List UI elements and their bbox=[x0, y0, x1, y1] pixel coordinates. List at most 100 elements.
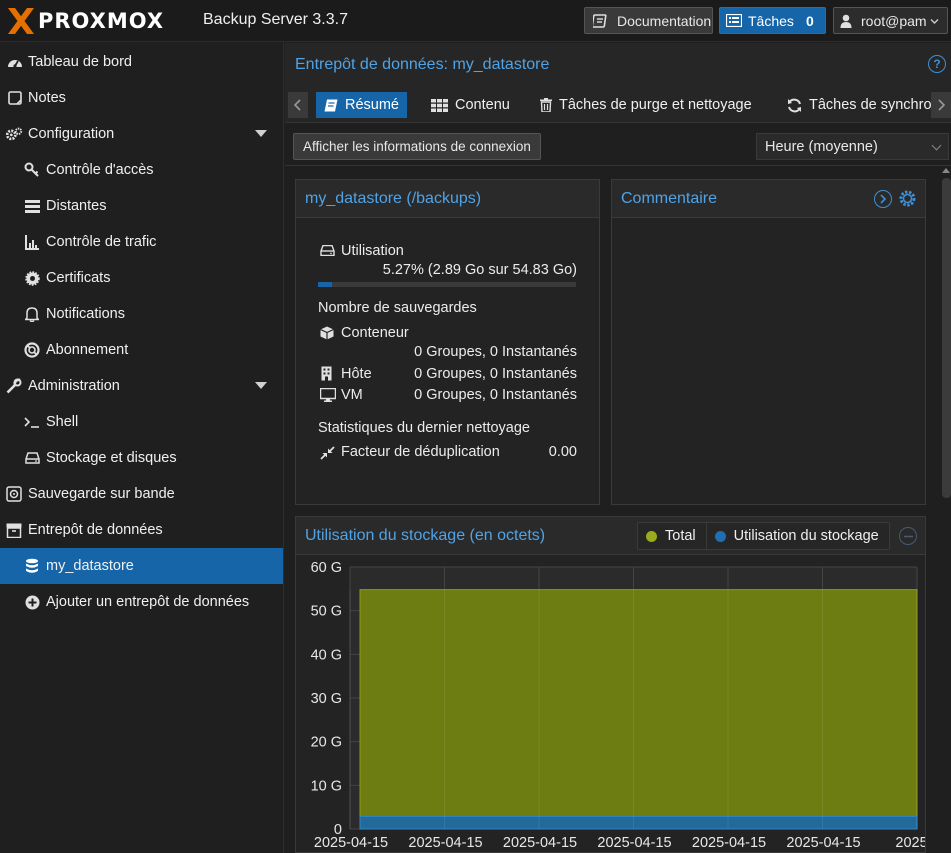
sidebar-item-subscription[interactable]: Abonnement bbox=[0, 332, 283, 368]
notes-icon bbox=[6, 89, 24, 107]
book-icon bbox=[593, 13, 607, 28]
main-content: Entrepôt de données: my_datastore ? Résu… bbox=[285, 43, 951, 853]
sidebar-item-remotes[interactable]: Distantes bbox=[0, 188, 283, 224]
tab-label: Contenu bbox=[455, 97, 510, 113]
tab-prune-gc[interactable]: Tâches de purge et nettoyage bbox=[540, 92, 752, 118]
timeframe-select[interactable]: Heure (moyenne) bbox=[756, 133, 949, 160]
tab-label: Tâches de synchro bbox=[809, 97, 932, 113]
sidebar-item-storage-disks[interactable]: Stockage et disques bbox=[0, 440, 283, 476]
sidebar-item-my-datastore[interactable]: my_datastore bbox=[0, 548, 283, 584]
sidebar-item-shell[interactable]: Shell bbox=[0, 404, 283, 440]
panel-header: my_datastore (/backups) bbox=[296, 180, 599, 218]
table-icon bbox=[431, 98, 448, 112]
sidebar-item-label: my_datastore bbox=[46, 558, 134, 574]
sidebar-item-label: Distantes bbox=[46, 198, 107, 214]
panel-title: Utilisation du stockage (en octets) bbox=[305, 527, 546, 544]
tasks-button[interactable]: Tâches 0 bbox=[719, 7, 826, 34]
container-value: 0 Groupes, 0 Instantanés bbox=[414, 344, 577, 360]
key-icon bbox=[23, 161, 41, 179]
gear-icon[interactable] bbox=[898, 189, 917, 211]
legend-dot-total bbox=[646, 530, 657, 542]
sidebar-item-traffic-control[interactable]: Contrôle de trafic bbox=[0, 224, 283, 260]
sidebar-item-tape-backup[interactable]: Sauvegarde sur bande bbox=[0, 476, 283, 512]
help-icon[interactable]: ? bbox=[928, 55, 946, 73]
y-tick-label: 50 G bbox=[311, 604, 342, 620]
legend-item-total[interactable]: Total bbox=[638, 523, 706, 549]
usage-value: 5.27% (2.89 Go sur 54.83 Go) bbox=[382, 262, 577, 278]
product-version: Backup Server 3.3.7 bbox=[203, 11, 348, 28]
timeframe-value: Heure (moyenne) bbox=[765, 138, 878, 155]
gc-stats-heading: Statistiques du dernier nettoyage bbox=[318, 420, 530, 436]
sidebar-item-notes[interactable]: Notes bbox=[0, 80, 283, 116]
storage-usage-panel: Utilisation du stockage (en octets) Tota… bbox=[295, 516, 926, 853]
collapse-caret-icon[interactable] bbox=[255, 130, 267, 137]
panel-title: my_datastore (/backups) bbox=[305, 190, 482, 207]
sidebar-item-label: Contrôle de trafic bbox=[46, 234, 157, 250]
chevron-down-icon bbox=[931, 140, 942, 151]
tab-sync-jobs[interactable]: Tâches de synchro bbox=[787, 92, 932, 118]
user-icon bbox=[840, 14, 852, 28]
support-icon bbox=[23, 341, 41, 359]
tab-bar: Résumé Contenu Tâches de purge et nettoy… bbox=[285, 87, 951, 123]
legend-item-used[interactable]: Utilisation du stockage bbox=[705, 523, 889, 549]
sidebar-item-label: Notes bbox=[28, 90, 66, 106]
sidebar-item-certificates[interactable]: Certificats bbox=[0, 260, 283, 296]
y-tick-label: 30 G bbox=[311, 691, 342, 707]
tab-label: Résumé bbox=[345, 97, 399, 113]
chevron-left-icon bbox=[294, 99, 301, 111]
proxmox-logo[interactable]: PROXMOX bbox=[6, 6, 164, 36]
x-tick-label: 2025-04-15 bbox=[314, 835, 388, 851]
host-label: Hôte bbox=[341, 366, 372, 382]
minus-circle-icon[interactable] bbox=[899, 527, 917, 545]
dedup-value: 0.00 bbox=[548, 444, 577, 460]
show-connection-info-button[interactable]: Afficher les informations de connexion bbox=[293, 133, 541, 160]
sidebar-item-datastore[interactable]: Entrepôt de données bbox=[0, 512, 283, 548]
sidebar-item-label: Sauvegarde sur bande bbox=[28, 486, 175, 502]
desktop-icon bbox=[320, 388, 336, 402]
x-tick-label: 2025-04-15 bbox=[597, 835, 671, 851]
sidebar-item-access-control[interactable]: Contrôle d'accès bbox=[0, 152, 283, 188]
main-scrollbar[interactable] bbox=[942, 178, 951, 498]
vm-label: VM bbox=[341, 387, 363, 403]
datastore-summary-panel: my_datastore (/backups) Utilisation 5.27… bbox=[295, 179, 600, 505]
sidebar-item-label: Administration bbox=[28, 378, 120, 394]
proxmox-x-icon bbox=[8, 8, 34, 34]
tab-scroll-left-button[interactable] bbox=[288, 92, 308, 118]
toolbar: Afficher les informations de connexion H… bbox=[285, 124, 951, 166]
tape-icon bbox=[5, 485, 23, 503]
collapse-caret-icon[interactable] bbox=[255, 382, 267, 389]
sidebar-item-label: Ajouter un entrepôt de données bbox=[46, 594, 250, 610]
sidebar-item-notifications[interactable]: Notifications bbox=[0, 296, 283, 332]
sidebar-item-administration[interactable]: Administration bbox=[0, 368, 283, 404]
chevron-down-icon bbox=[930, 19, 939, 24]
y-tick-label: 40 G bbox=[311, 647, 342, 663]
user-menu-button[interactable]: root@pam bbox=[833, 7, 948, 34]
vm-value: 0 Groupes, 0 Instantanés bbox=[414, 387, 577, 403]
sidebar-item-label: Tableau de bord bbox=[28, 54, 132, 70]
book-icon bbox=[324, 99, 338, 111]
sidebar-item-add-datastore[interactable]: Ajouter un entrepôt de données bbox=[0, 584, 283, 620]
sidebar-item-label: Configuration bbox=[28, 126, 115, 142]
documentation-button[interactable]: Documentation bbox=[584, 7, 713, 34]
sidebar-item-label: Certificats bbox=[46, 270, 111, 286]
backup-count-heading: Nombre de sauvegardes bbox=[318, 300, 477, 316]
documentation-label: Documentation bbox=[617, 12, 712, 29]
tab-content[interactable]: Contenu bbox=[431, 92, 510, 118]
trash-icon bbox=[540, 98, 552, 112]
usage-progress-fill bbox=[318, 282, 332, 287]
series-area-total bbox=[359, 589, 918, 830]
tasks-count-badge: 0 bbox=[806, 12, 814, 29]
chevron-right-circle-icon[interactable] bbox=[874, 190, 892, 208]
tab-summary[interactable]: Résumé bbox=[316, 92, 407, 118]
comment-panel: Commentaire bbox=[611, 179, 926, 505]
traffic-icon bbox=[23, 233, 41, 251]
sidebar-item-configuration[interactable]: Configuration bbox=[0, 116, 283, 152]
archive-icon bbox=[5, 521, 23, 539]
main-header: Entrepôt de données: my_datastore ? bbox=[285, 43, 951, 87]
tab-scroll-right-button[interactable] bbox=[931, 92, 951, 118]
sidebar-item-dashboard[interactable]: Tableau de bord bbox=[0, 44, 283, 80]
chart-legend: Total Utilisation du stockage bbox=[637, 522, 890, 550]
scroll-up-arrow-icon[interactable] bbox=[942, 168, 950, 173]
x-tick-label: 2025-04-15 bbox=[786, 835, 860, 851]
legend-dot-used bbox=[714, 530, 726, 542]
